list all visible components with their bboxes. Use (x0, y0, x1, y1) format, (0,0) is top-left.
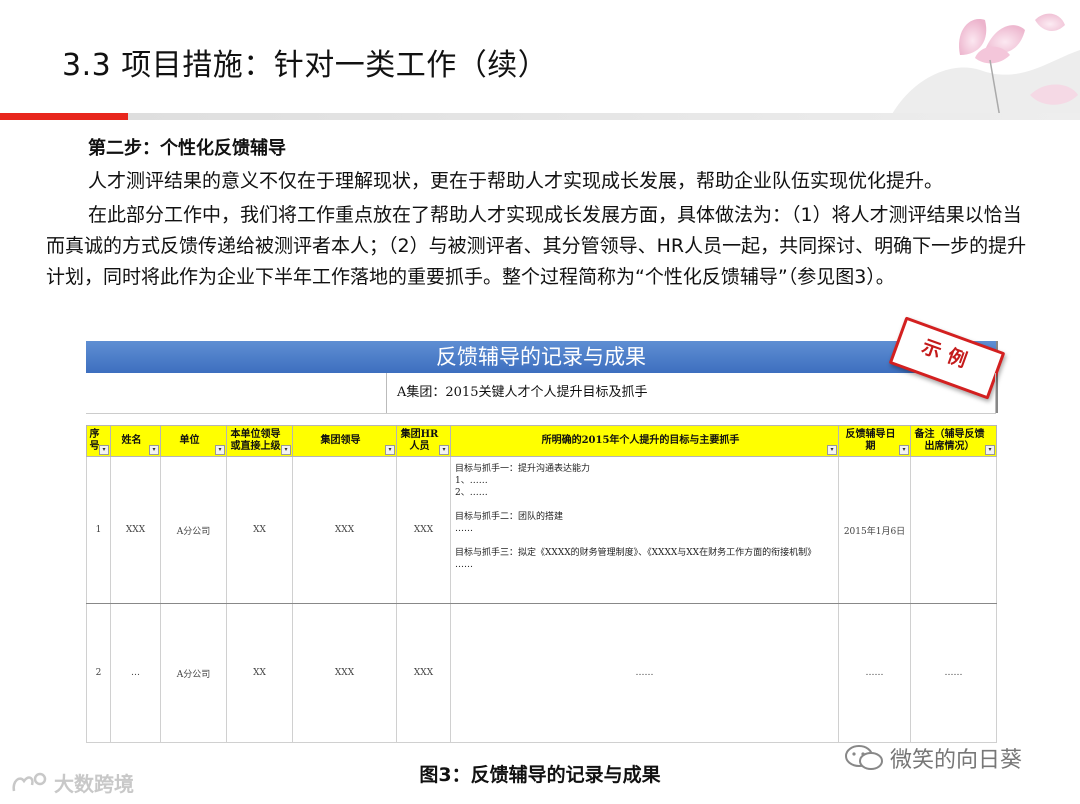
col-header[interactable]: 单位 ▾ (160, 425, 227, 457)
filter-dropdown-icon[interactable]: ▾ (281, 445, 291, 455)
cell-unit: A分公司 (160, 603, 227, 743)
goal-line: 目标与抓手三：拟定《XXXX的财务管理制度》、《XXXX与XX在财务工作方面的衔… (455, 548, 817, 558)
subtitle-row: A集团：2015关键人才个人提升目标及抓手 (86, 373, 996, 414)
cell-unit: A分公司 (160, 456, 227, 604)
filter-dropdown-icon[interactable]: ▾ (99, 445, 109, 455)
col-header[interactable]: 序号 ▾ (86, 425, 111, 457)
brand-logo-icon (12, 772, 47, 791)
figure-record-table: 反馈辅导的记录与成果 示例 A集团：2015关键人才个人提升目标及抓手 序号 ▾ … (86, 316, 1006, 743)
cell-note: …… (910, 603, 997, 743)
filter-dropdown-icon[interactable]: ▾ (439, 445, 449, 455)
watermark-left-text: 大数跨境 (54, 772, 134, 796)
filter-dropdown-icon[interactable]: ▾ (385, 445, 395, 455)
cell-goals: …… (450, 603, 839, 743)
col-header[interactable]: 集团领导 ▾ (292, 425, 397, 457)
watermark-right: 微笑的向日葵 (844, 742, 1022, 774)
cell-group-leader: XXX (292, 456, 397, 604)
cell-group-leader: XXX (292, 603, 397, 743)
filter-dropdown-icon[interactable]: ▾ (827, 445, 837, 455)
paragraph-1: 人才测评结果的意义不仅在于理解现状，更在于帮助人才实现成长发展，帮助企业队伍实现… (88, 170, 944, 192)
cell-goals: 目标与抓手一：提升沟通表达能力 1、…… 2、…… 目标与抓手二：团队的搭建 …… (450, 456, 839, 604)
goal-line: 目标与抓手一：提升沟通表达能力 (455, 464, 591, 474)
watermark-left: 大数跨境 (10, 768, 134, 797)
col-header[interactable]: 所明确的2015年个人提升的目标与主要抓手 ▾ (450, 425, 839, 457)
goal-line: 1、…… (455, 476, 488, 486)
cell-leader: XX (226, 603, 293, 743)
slide-title: 3.3 项目措施：针对一类工作（续） (62, 48, 549, 83)
cell-leader: XX (226, 456, 293, 604)
header-accent-bar (0, 113, 128, 120)
record-table: 序号 ▾ 姓名 ▾ 单位 ▾ 本单位领导或直接上级 ▾ 集团领导 ▾ 集团HR人员 ▾ 所明… (86, 425, 997, 743)
table-header-row: 序号 ▾ 姓名 ▾ 单位 ▾ 本单位领导或直接上级 ▾ 集团领导 ▾ 集团HR人员 ▾ 所明… (86, 425, 997, 457)
col-header[interactable]: 本单位领导或直接上级 ▾ (226, 425, 293, 457)
filter-dropdown-icon[interactable]: ▾ (215, 445, 225, 455)
header-divider (0, 113, 1080, 120)
goal-line: 目标与抓手二：团队的搭建 (455, 512, 564, 522)
cell-no: 1 (86, 456, 111, 604)
cell-no: 2 (86, 603, 111, 743)
cell-hr: XXX (396, 603, 451, 743)
col-header[interactable]: 反馈辅导日期 ▾ (838, 425, 911, 457)
filter-dropdown-icon[interactable]: ▾ (149, 445, 159, 455)
goal-line: …… (455, 560, 473, 570)
cell-hr: XXX (396, 456, 451, 604)
table-row: 1 XXX A分公司 XX XXX XXX 目标与抓手一：提升沟通表达能力 1、… (86, 456, 997, 604)
filter-dropdown-icon[interactable]: ▾ (985, 445, 995, 455)
col-header[interactable]: 姓名 ▾ (110, 425, 161, 457)
paragraph-2: 在此部分工作中，我们将工作重点放在了帮助人才实现成长发展方面，具体做法为：（1）… (46, 204, 1027, 288)
wechat-icon (845, 745, 883, 770)
table-row: 2 … A分公司 XX XXX XXX …… …… …… (86, 603, 997, 743)
cell-note (910, 456, 997, 604)
cell-date: …… (838, 603, 911, 743)
col-header[interactable]: 备注（辅导反馈出席情况） ▾ (910, 425, 997, 457)
cell-name: XXX (110, 456, 161, 604)
lotus-decoration-icon (890, 13, 1080, 118)
goal-line: 2、…… (455, 488, 488, 498)
filter-dropdown-icon[interactable]: ▾ (899, 445, 909, 455)
col-header[interactable]: 集团HR人员 ▾ (396, 425, 451, 457)
goal-line: …… (455, 524, 473, 534)
figure-banner: 反馈辅导的记录与成果 (86, 341, 996, 373)
cell-date: 2015年1月6日 (838, 456, 911, 604)
watermark-right-text: 微笑的向日葵 (890, 748, 1023, 773)
step-heading: 第二步：个性化反馈辅导 (88, 138, 286, 159)
table-subtitle: A集团：2015关键人才个人提升目标及抓手 (386, 373, 996, 413)
cell-name: … (110, 603, 161, 743)
